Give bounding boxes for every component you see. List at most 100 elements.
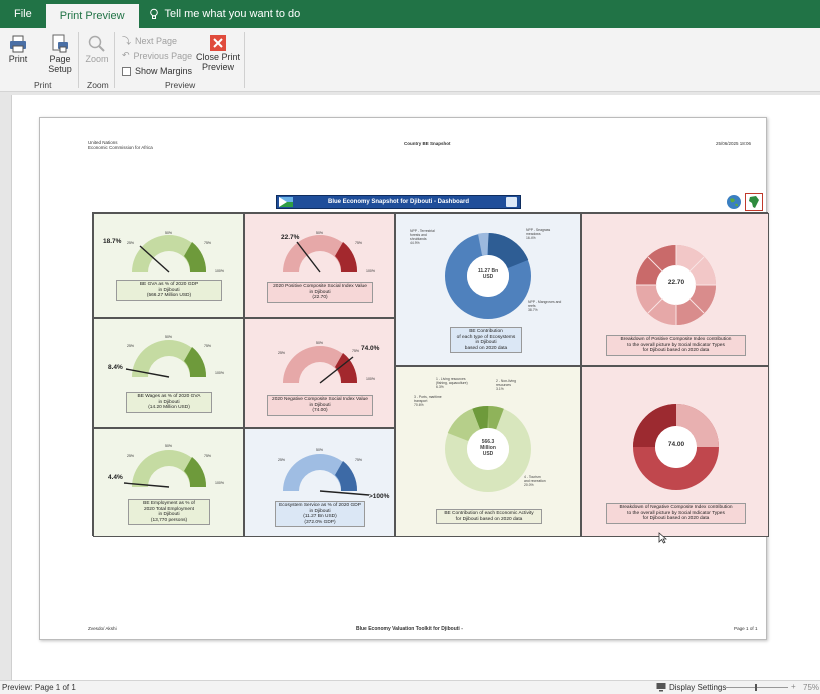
header-org-2: Economic Commission for Africa	[88, 145, 153, 150]
tick-label: 100%	[366, 377, 375, 381]
close-icon	[209, 34, 227, 52]
close-print-preview-button[interactable]: Close Print Preview	[196, 34, 240, 72]
show-margins-checkbox[interactable]: Show Margins	[122, 66, 192, 76]
gauge-eco-value: >100%	[369, 493, 390, 500]
tick-label: 75%	[352, 349, 360, 353]
zoom-in-button[interactable]: +	[791, 682, 796, 691]
caption-line: for Djibouti based on 2020 data	[642, 516, 710, 522]
label-line: 70.6%	[414, 403, 424, 407]
zoom-slider-thumb[interactable]	[755, 684, 757, 691]
gauge-bva-panel: 18.7% 25% 50% 75% 100% BE GVA as % of 20…	[93, 213, 244, 318]
footer-center: Blue Economy Valuation Toolkit for Djibo…	[356, 626, 463, 632]
zoom-out-button[interactable]: –	[716, 682, 720, 691]
preview-canvas[interactable]: United Nations Economic Commission for A…	[11, 95, 820, 680]
donut-eco-center-2: USD	[482, 274, 494, 280]
group-zoom-label: Zoom	[87, 80, 109, 90]
page-setup-label-1: Page	[49, 54, 71, 64]
gauge-nsi-caption: 2020 Negative Composite Social Index Val…	[267, 395, 373, 416]
close-label-2: Preview	[201, 62, 234, 72]
tab-file[interactable]: File	[0, 0, 46, 28]
mouse-cursor-icon	[658, 532, 667, 544]
donut-sector-panel: 566.3 Million USD 1 - Living resources (…	[395, 366, 581, 537]
tick-label: 50%	[165, 335, 173, 339]
gauge-bva-value: 18.7%	[103, 238, 122, 245]
checkbox-box[interactable]	[122, 66, 131, 76]
gauge-eco-caption: Ecosystem Service as % of 2020 GDP in Dj…	[275, 501, 365, 528]
label-line: 6.3%	[436, 385, 444, 389]
tick-label: 100%	[215, 371, 224, 375]
donut-sector-center-2: Million	[480, 445, 496, 451]
zoom-slider[interactable]	[726, 687, 788, 688]
tick-label: 25%	[278, 458, 286, 462]
tick-label: 50%	[165, 231, 173, 235]
tick-label: 50%	[316, 231, 324, 235]
next-page-label: Next Page	[135, 35, 178, 46]
tick-label: 75%	[204, 454, 212, 458]
status-page-info: Preview: Page 1 of 1	[2, 683, 76, 692]
gauge-nsi-panel: 74.0% 25% 50% 75% 100% 2020 Negative Com…	[244, 318, 395, 428]
caption-line: for Djibouti based on 2020 data	[642, 348, 710, 354]
gauge-psi-caption: 2020 Positive Composite Social Index Val…	[267, 282, 373, 303]
group-preview-label: Preview	[165, 80, 196, 90]
caption-line: Ecosystem Service as % of 2020 GDP	[279, 503, 361, 508]
lightbulb-icon	[149, 8, 159, 20]
donut-eco-panel: 11.27 Bn USD NPP - Terrestrial forests a…	[395, 213, 581, 366]
donut-nsi-center: 74.00	[667, 441, 685, 448]
tick-label: 75%	[204, 344, 212, 348]
gauge-wages-value: 8.4%	[108, 364, 123, 371]
printer-icon	[8, 34, 28, 54]
un-logo-icon	[506, 197, 517, 207]
display-settings-icon	[656, 682, 666, 692]
print-button[interactable]: Print	[6, 34, 30, 64]
tick-label: 25%	[278, 351, 286, 355]
caption-line: (22.70)	[312, 295, 328, 301]
donut-sector-center-1: 566.3	[481, 439, 495, 445]
ribbon-tab-bar: File Print Preview Tell me what you want…	[0, 0, 820, 28]
status-bar: Preview: Page 1 of 1 Display Settings – …	[0, 680, 820, 694]
gauge-wages-panel: 8.4% 25% 50% 75% 100% BE Wages as % of 2…	[93, 318, 244, 428]
donut-psi-panel: 22.70 Breakdown of Positive Composite In…	[581, 213, 769, 366]
caption-line: (566.27 Million USD)	[146, 293, 192, 299]
donut-psi-caption: Breakdown of Positive Composite Index co…	[606, 335, 746, 356]
tick-label: 75%	[204, 241, 212, 245]
gauge-employment-panel: 4.4% 25% 50% 75% 100% BE Employment as %…	[93, 428, 244, 537]
caption-line: (74.00)	[312, 408, 328, 414]
group-print-label: Print	[34, 80, 52, 90]
label-line: 16.4%	[526, 236, 536, 240]
zoom-button[interactable]: Zoom	[84, 34, 110, 64]
zoom-label: Zoom	[85, 54, 109, 64]
group-separator	[244, 32, 245, 88]
banner-title: Blue Economy Snapshot for Djibouti - Das…	[327, 199, 469, 205]
caption-line: BE Wages as % of 2020 GVA	[137, 394, 201, 399]
page-setup-button[interactable]: Page Setup	[44, 34, 76, 74]
tab-print-preview[interactable]: Print Preview	[45, 4, 139, 28]
tick-label: 25%	[127, 454, 135, 458]
label-line: 38.7%	[528, 308, 538, 312]
donut-sector-center-3: USD	[482, 451, 494, 457]
next-page-button[interactable]: ⤵ Next Page	[122, 34, 177, 47]
footer-right: Page 1 of 1	[734, 626, 758, 631]
caption-line: based on 2020 data	[464, 345, 508, 351]
page-setup-label-2: Setup	[48, 64, 72, 74]
donut-eco-center-1: 11.27 Bn	[477, 268, 499, 274]
africa-map-icon	[745, 193, 763, 211]
tick-label: 25%	[127, 344, 135, 348]
tick-label: 50%	[316, 448, 324, 452]
zoom-level[interactable]: 75%	[803, 683, 819, 692]
tell-me-box[interactable]: Tell me what you want to do	[149, 8, 300, 20]
caption-line: Breakdown of Negative Composite Index co…	[619, 505, 733, 510]
caption-line: (372.0% GDP)	[304, 519, 336, 525]
gauge-psi-value: 22.7%	[281, 234, 300, 241]
donut-psi-center: 22.70	[667, 279, 685, 286]
gauge-psi-panel: 22.7% 50% 75% 100% 2020 Positive Composi…	[244, 213, 395, 318]
footer-left: Zvesdo/ Akshi	[88, 626, 117, 631]
gauge-employment-caption: BE Employment as % of 2020 Total Employm…	[128, 499, 210, 526]
show-margins-label: Show Margins	[135, 66, 193, 76]
donut-sector-label: 2 - Non-living resources 3.1%	[496, 379, 516, 391]
previous-page-button[interactable]: ↶ Previous Page	[122, 50, 192, 61]
label-line: 20.0%	[524, 483, 534, 487]
header-date: 25/06/2025 18:06	[716, 141, 752, 146]
tick-label: 100%	[215, 269, 224, 273]
donut-eco-label: NPP - Terrestrial forests and shrublands…	[410, 229, 435, 245]
next-page-icon: ⤵	[122, 36, 132, 46]
